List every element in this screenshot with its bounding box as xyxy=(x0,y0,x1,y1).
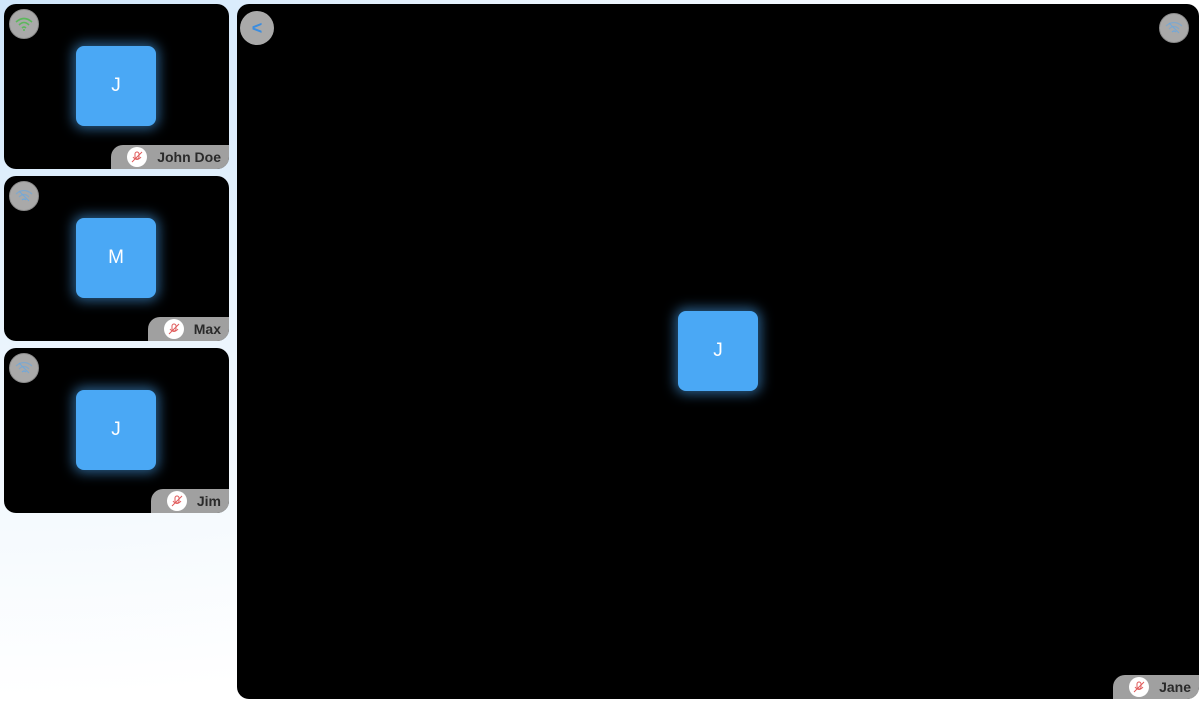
wifi-weak-icon xyxy=(1159,13,1189,43)
avatar: M xyxy=(76,218,156,298)
avatar: J xyxy=(76,390,156,470)
avatar: J xyxy=(678,311,758,391)
nameplate: Jim xyxy=(150,489,229,513)
nameplate: John Doe xyxy=(111,145,229,169)
wifi-weak-icon xyxy=(9,353,39,383)
nameplate: Jane xyxy=(1113,675,1199,699)
participant-tile[interactable]: J Jim xyxy=(4,348,229,513)
back-button[interactable]: < xyxy=(240,11,274,45)
participant-name: Max xyxy=(193,321,221,337)
mic-muted-icon xyxy=(166,491,187,511)
participant-name: John Doe xyxy=(157,149,221,165)
main-video-tile[interactable]: < J Jane xyxy=(237,4,1199,699)
nameplate: Max xyxy=(147,317,229,341)
wifi-strong-icon xyxy=(9,9,39,39)
avatar: J xyxy=(76,46,156,126)
participant-tile[interactable]: J John Doe xyxy=(4,4,229,169)
mic-muted-icon xyxy=(127,147,148,167)
participant-name: Jim xyxy=(196,493,221,509)
wifi-weak-icon xyxy=(9,181,39,211)
participant-name: Jane xyxy=(1159,679,1191,695)
participant-tile[interactable]: M Max xyxy=(4,176,229,341)
mic-muted-icon xyxy=(163,319,184,339)
mic-muted-icon xyxy=(1129,677,1150,697)
